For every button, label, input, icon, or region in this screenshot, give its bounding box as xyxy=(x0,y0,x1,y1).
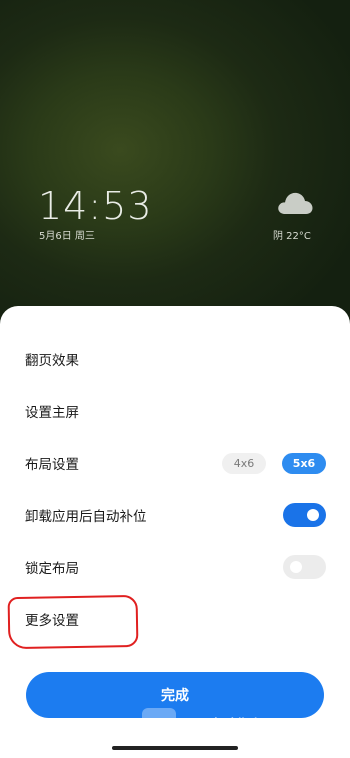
layout-selector: 4x6 5x6 xyxy=(222,452,326,474)
row-label: 布局设置 xyxy=(25,457,79,473)
watermark-logo-icon xyxy=(142,708,176,742)
watermark-text: 一点排行网 xyxy=(184,714,294,739)
lock-layout-toggle[interactable] xyxy=(283,555,326,579)
home-indicator[interactable] xyxy=(112,746,238,750)
cloud-icon xyxy=(278,192,313,214)
clock-time: 14:53 xyxy=(38,184,153,228)
weather-text: 阴 22°C xyxy=(273,231,311,242)
toggle-knob xyxy=(307,509,319,521)
row-label: 设置主屏 xyxy=(25,405,79,421)
watermark: 一点排行网 xyxy=(142,705,294,745)
row-lock-layout: 锁定布局 xyxy=(25,552,326,582)
layout-option-5x6[interactable]: 5x6 xyxy=(282,452,326,474)
highlight-annotation xyxy=(7,594,139,650)
row-page-effect[interactable]: 翻页效果 xyxy=(25,344,326,374)
row-label: 卸载应用后自动补位 xyxy=(25,509,147,525)
row-set-home[interactable]: 设置主屏 xyxy=(25,396,326,426)
row-label: 锁定布局 xyxy=(25,561,79,577)
row-auto-fill: 卸载应用后自动补位 xyxy=(25,500,326,530)
layout-option-4x6[interactable]: 4x6 xyxy=(222,452,266,474)
row-layout: 布局设置 4x6 5x6 xyxy=(25,448,326,478)
auto-fill-toggle[interactable] xyxy=(283,503,326,527)
toggle-knob xyxy=(290,561,302,573)
clock-date: 5月6日 周三 xyxy=(39,231,95,242)
row-label: 翻页效果 xyxy=(25,353,79,369)
wallpaper xyxy=(0,0,350,330)
